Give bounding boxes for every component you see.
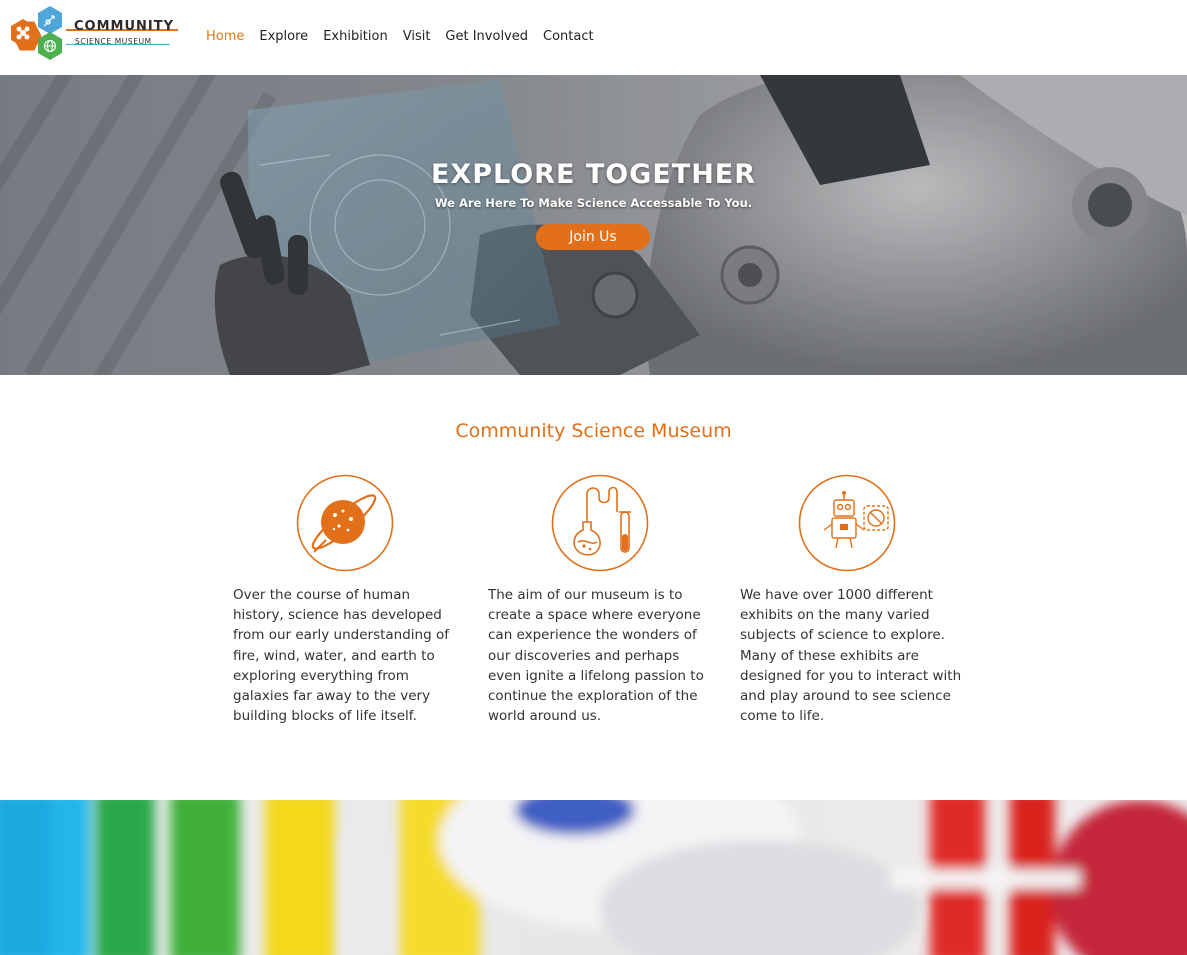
logo-title: COMMUNITY <box>74 19 175 34</box>
nav-item-contact[interactable]: Contact <box>543 28 594 46</box>
hero-subtitle: We Are Here To Make Science Accessable T… <box>434 196 753 210</box>
test-tubes-banner <box>0 800 1187 955</box>
site-logo[interactable]: COMMUNITY SCIENCE MUSEUM <box>8 4 182 62</box>
logo-subtitle: SCIENCE MUSEUM <box>75 37 152 46</box>
hero-title: EXPLORE TOGETHER <box>430 159 757 190</box>
hero-section: EXPLORE TOGETHER We Are Here To Make Sci… <box>0 75 1187 375</box>
nav-item-get-involved[interactable]: Get Involved <box>445 28 528 46</box>
robot-icon <box>798 474 896 572</box>
nav-item-visit[interactable]: Visit <box>403 28 431 46</box>
planet-icon <box>296 474 394 572</box>
site-header: COMMUNITY SCIENCE MUSEUM Home Explore Ex… <box>0 0 1187 75</box>
join-us-button[interactable]: Join Us <box>536 224 650 250</box>
flask-test-tube-icon <box>551 474 649 572</box>
feature-text: We have over 1000 different exhibits on … <box>740 587 962 725</box>
section-title: Community Science Museum <box>455 420 732 442</box>
nav-item-exhibition[interactable]: Exhibition <box>323 28 388 46</box>
test-tubes-banner-image <box>0 800 1187 955</box>
feature-text: Over the course of human history, scienc… <box>233 587 449 725</box>
nav-item-explore[interactable]: Explore <box>259 28 308 46</box>
feature-text: The aim of our museum is to create a spa… <box>488 587 704 725</box>
nav-item-home[interactable]: Home <box>206 28 244 46</box>
